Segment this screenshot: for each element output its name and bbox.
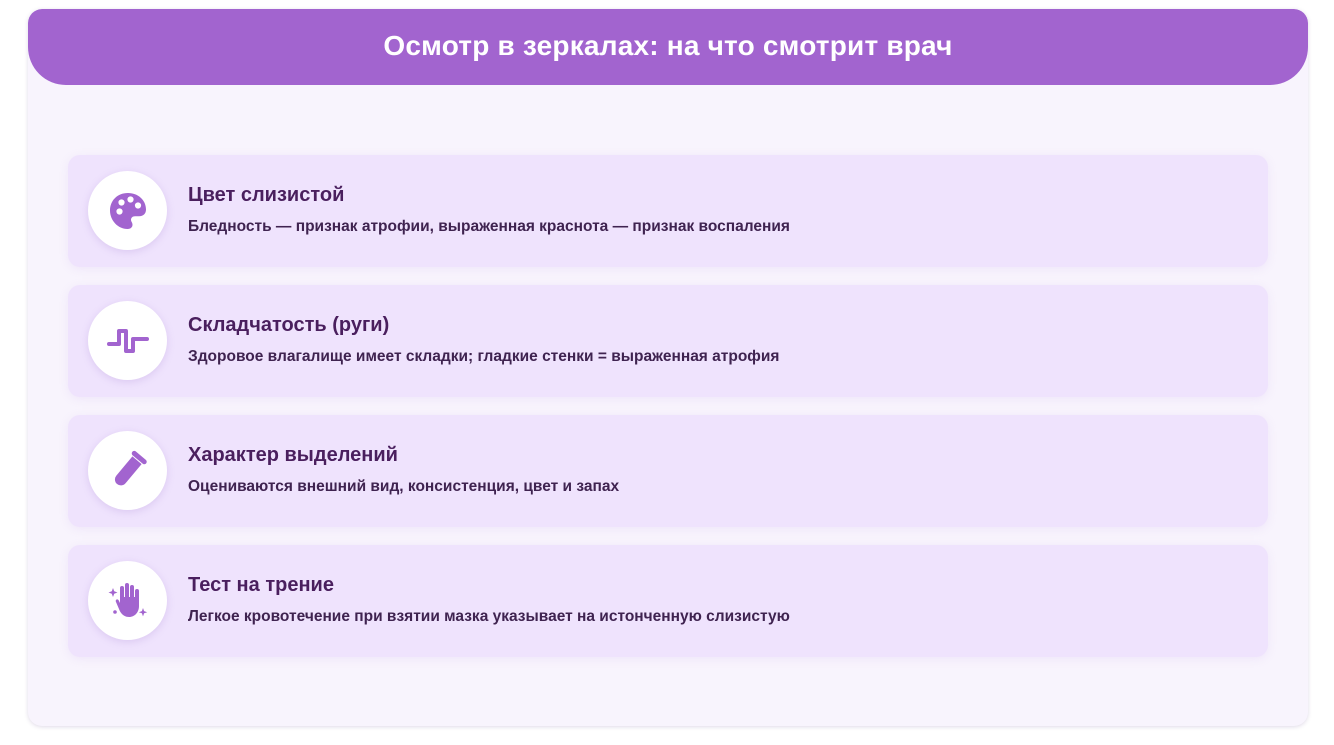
item-title: Тест на трение bbox=[188, 574, 334, 596]
item-title: Складчатость (руги) bbox=[188, 314, 390, 336]
item-description: Оцениваются внешний вид, консистенция, ц… bbox=[188, 478, 620, 495]
header-banner: Осмотр в зеркалах: на что смотрит врач bbox=[28, 9, 1308, 85]
criteria-list: Цвет слизистой Бледность — признак атроф… bbox=[68, 155, 1268, 675]
icon-badge bbox=[88, 561, 167, 640]
icon-badge bbox=[88, 171, 167, 250]
wave-icon bbox=[106, 328, 149, 353]
content-card: Осмотр в зеркалах: на что смотрит врач Ц… bbox=[28, 9, 1308, 726]
page-title: Осмотр в зеркалах: на что смотрит врач bbox=[383, 30, 953, 61]
item-title: Характер выделений bbox=[188, 444, 398, 466]
item-description: Легкое кровотечение при взятии мазка ука… bbox=[188, 608, 790, 625]
icon-badge bbox=[88, 301, 167, 380]
list-item-rugae: Складчатость (руги) Здоровое влагалище и… bbox=[68, 285, 1268, 397]
item-title: Цвет слизистой bbox=[188, 184, 345, 206]
icon-badge bbox=[88, 431, 167, 510]
item-description: Бледность — признак атрофии, выраженная … bbox=[188, 218, 790, 235]
test-tube-icon bbox=[114, 450, 147, 485]
list-item-friction-test: Тест на трение Легкое кровотечение при в… bbox=[68, 545, 1268, 657]
list-item-discharge: Характер выделений Оцениваются внешний в… bbox=[68, 415, 1268, 527]
item-description: Здоровое влагалище имеет складки; гладки… bbox=[188, 348, 780, 365]
hand-sparkles-icon bbox=[108, 582, 147, 617]
list-item-mucosa-color: Цвет слизистой Бледность — признак атроф… bbox=[68, 155, 1268, 267]
palette-icon bbox=[109, 192, 146, 229]
